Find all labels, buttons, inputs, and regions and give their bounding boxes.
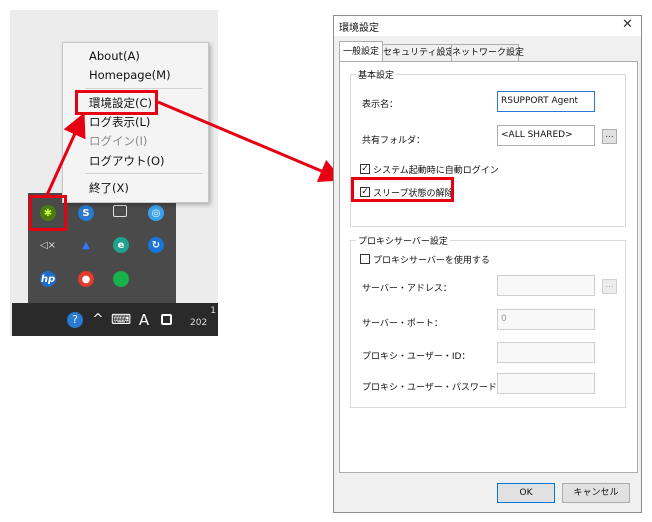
auto-login-checkbox[interactable]: ✓	[360, 164, 370, 174]
close-icon[interactable]: ✕	[622, 17, 633, 32]
dialog-title: 環境設定	[339, 23, 379, 34]
proxy-settings-label: プロキシサーバー設定	[356, 234, 450, 247]
shared-folder-label: 共有フォルダ：	[362, 136, 426, 146]
proxy-port-label: サーバー・ポート：	[362, 319, 443, 329]
display-name-label: 表示名：	[362, 100, 399, 110]
tab-network[interactable]: ネットワーク設定	[451, 44, 524, 62]
tab-general[interactable]: 一般設定	[339, 41, 383, 62]
settings-dialog: 環境設定 ✕ 一般設定 セキュリティ設定 ネットワーク設定 基本設定 表示名： …	[333, 15, 642, 513]
arrow-tray-to-menu	[45, 112, 86, 196]
ok-button[interactable]: OK	[497, 483, 555, 503]
use-proxy-checkbox[interactable]	[360, 254, 370, 264]
dialog-titlebar: 環境設定 ✕	[334, 16, 641, 36]
proxy-user-id-label: プロキシ・ユーザー・ID：	[362, 352, 471, 362]
proxy-port-input[interactable]: 0	[497, 309, 595, 330]
auto-login-label: システム起動時に自動ログイン	[373, 166, 499, 176]
tab-panel-general: 基本設定 表示名： RSUPPORT Agent 共有フォルダ： <ALL SH…	[339, 61, 638, 473]
basic-settings-label: 基本設定	[356, 68, 397, 81]
proxy-address-label: サーバー・アドレス：	[362, 284, 452, 294]
proxy-password-label: プロキシ・ユーザー・パスワード：	[362, 383, 506, 393]
cancel-button[interactable]: キャンセル	[562, 483, 630, 503]
proxy-address-input[interactable]	[497, 275, 595, 296]
arrow-menu-to-dialog	[157, 100, 344, 183]
proxy-address-browse-button[interactable]: ...	[602, 279, 617, 294]
shared-folder-input[interactable]: <ALL SHARED>	[497, 125, 595, 146]
display-name-input[interactable]: RSUPPORT Agent	[497, 91, 595, 112]
highlight-sleep-release	[351, 177, 454, 202]
tab-security[interactable]: セキュリティ設定	[382, 44, 454, 62]
shared-folder-browse-button[interactable]: ...	[602, 129, 617, 144]
proxy-user-id-input[interactable]	[497, 342, 595, 363]
proxy-password-input[interactable]	[497, 373, 595, 394]
use-proxy-label: プロキシサーバーを使用する	[373, 256, 490, 266]
